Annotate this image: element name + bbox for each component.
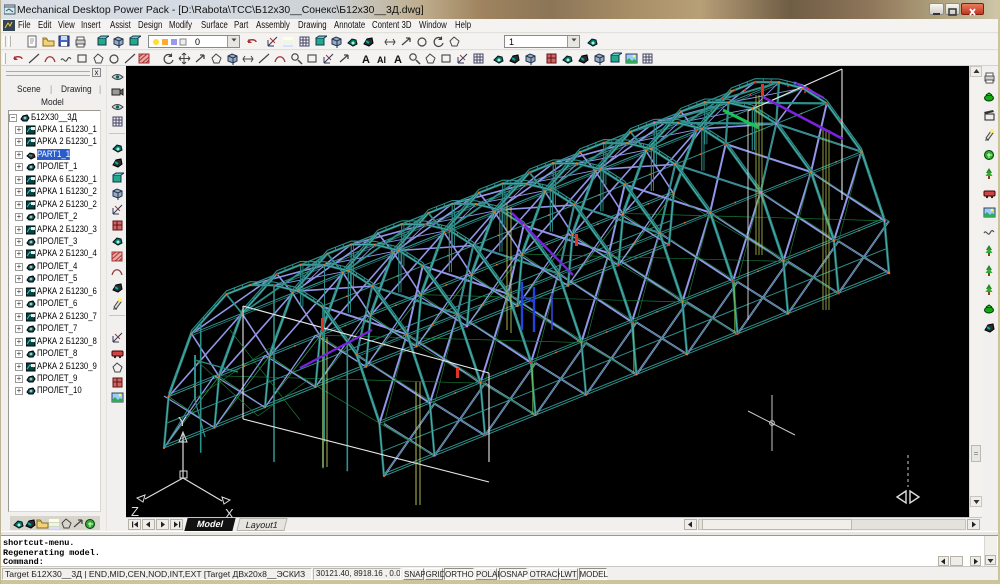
svg-text:A: A — [394, 54, 402, 65]
svg-text:X: X — [225, 506, 234, 517]
svg-text:Al: Al — [377, 55, 386, 65]
svg-text:Z: Z — [131, 504, 139, 517]
svg-text:Y: Y — [178, 414, 187, 429]
svg-text:A: A — [362, 54, 370, 65]
